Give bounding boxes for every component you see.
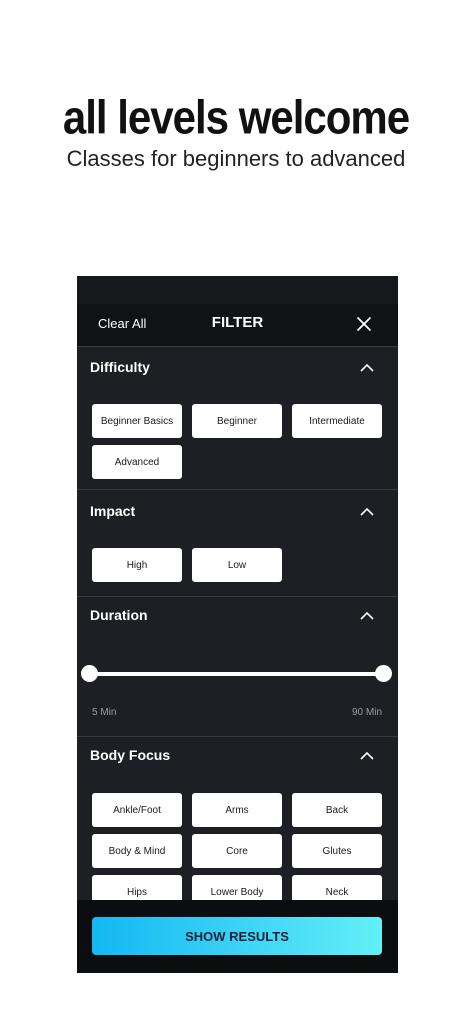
filter-screen: Clear All FILTER Difficulty Beginner Bas… [77,276,398,973]
duration-section-header[interactable]: Duration [77,596,398,636]
difficulty-title: Difficulty [90,359,150,375]
impact-section-header[interactable]: Impact [77,492,398,532]
duration-slider-track[interactable] [90,672,384,676]
chip-advanced[interactable]: Advanced [92,445,182,479]
filter-footer: SHOW RESULTS [77,900,398,973]
body-focus-section-header[interactable]: Body Focus [77,736,398,776]
chip-arms[interactable]: Arms [192,793,282,827]
duration-max-label: 90 Min [351,707,382,718]
close-icon[interactable] [353,313,375,335]
hero-title: all levels welcome [62,91,410,144]
impact-title: Impact [90,503,136,519]
section-divider [77,489,398,490]
chip-low[interactable]: Low [192,548,282,582]
chip-high[interactable]: High [92,548,182,582]
chip-beginner[interactable]: Beginner [192,404,282,438]
chevron-up-icon[interactable] [359,608,375,624]
duration-min-label: 5 Min [92,707,117,718]
filter-header: Clear All FILTER [77,304,398,347]
show-results-button[interactable]: SHOW RESULTS [92,917,382,955]
chip-body-mind[interactable]: Body & Mind [92,834,182,868]
chip-glutes[interactable]: Glutes [292,834,382,868]
chevron-up-icon[interactable] [359,504,375,520]
status-bar [77,276,398,304]
clear-all-button[interactable]: Clear All [98,316,146,331]
difficulty-section-header[interactable]: Difficulty [77,348,398,388]
chip-intermediate[interactable]: Intermediate [292,404,382,438]
chevron-up-icon[interactable] [359,748,375,764]
chip-ankle-foot[interactable]: Ankle/Foot [92,793,182,827]
duration-min-handle[interactable] [81,665,98,682]
chip-core[interactable]: Core [192,834,282,868]
hero-subtitle: Classes for beginners to advanced [66,146,406,171]
body-focus-title: Body Focus [90,747,171,763]
chevron-up-icon[interactable] [359,360,375,376]
duration-title: Duration [90,607,148,623]
chip-beginner-basics[interactable]: Beginner Basics [92,404,182,438]
chip-back[interactable]: Back [292,793,382,827]
duration-max-handle[interactable] [375,665,392,682]
